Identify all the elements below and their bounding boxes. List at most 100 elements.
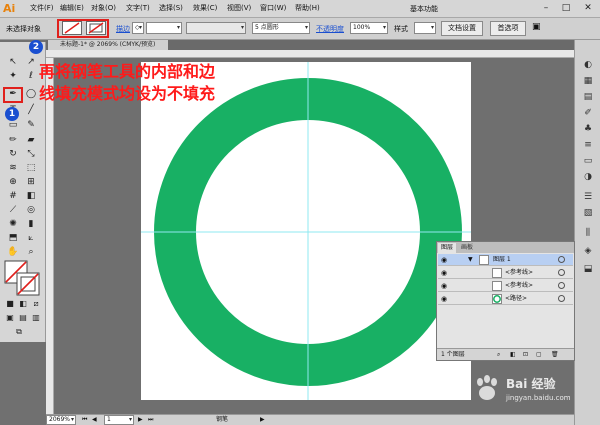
transparency-panel-icon[interactable]: ◑ [579,170,597,184]
gradient-panel-icon[interactable]: ▭ [579,154,597,168]
layer-name[interactable]: <参考线> [505,267,533,279]
free-transform-tool-icon[interactable]: ⬚ [24,162,38,175]
fill-stroke-widget[interactable] [4,260,42,298]
menu-view[interactable]: 视图(V) [227,4,251,13]
document-tab[interactable]: 未标题-1* @ 2069% (CMYK/预览) [48,40,168,50]
artboards-panel-icon[interactable]: ⬓ [579,262,597,276]
zoom-tool-icon[interactable]: ⌕ [24,246,38,259]
none-mode-icon[interactable]: ⧄ [29,297,43,310]
target-icon[interactable] [558,295,565,302]
zoom-field[interactable]: 2069% [46,415,76,425]
close-button[interactable]: ✕ [580,2,596,15]
opacity-field[interactable]: 100% [350,22,388,34]
new-layer-icon[interactable]: ▢ [536,349,542,361]
expand-arrow-icon[interactable]: ▼ [468,254,473,266]
color-mode-icon[interactable]: ■ [3,297,17,310]
menu-file[interactable]: 文件(F) [30,4,54,13]
brush-tool-icon[interactable]: ✎ [24,119,38,132]
opacity-label[interactable]: 不透明度 [316,24,344,34]
target-icon[interactable] [558,256,565,263]
line-tool-icon[interactable]: ╱ [24,104,38,117]
menu-effect[interactable]: 效果(C) [193,4,217,13]
symbol-sprayer-tool-icon[interactable]: ✺ [6,218,20,231]
selection-tool-icon[interactable]: ↖ [6,56,20,69]
lasso-tool-icon[interactable]: ℓ [24,70,38,83]
eye-icon[interactable]: ◉ [441,267,447,279]
horizontal-ruler[interactable] [46,50,586,58]
menu-window[interactable]: 窗口(W) [260,4,286,13]
artboard[interactable] [141,62,471,400]
rotate-tool-icon[interactable]: ↻ [6,148,20,161]
layer-row-guide-2[interactable]: ◉ <参考线> [438,280,573,292]
screen-mode-icon[interactable]: ⧉ [12,325,26,338]
prev-artboard-icon[interactable]: ◀ [92,415,97,425]
menu-select[interactable]: 选择(S) [159,4,183,13]
slice-tool-icon[interactable]: ⟀ [24,232,38,245]
brushes-panel-icon[interactable]: ✐ [579,106,597,120]
hand-tool-icon[interactable]: ✋ [6,246,20,259]
maximize-button[interactable]: □ [558,2,574,15]
eye-icon[interactable]: ◉ [441,293,447,305]
layer-name[interactable]: <路径> [505,293,527,305]
stroke-weight-field[interactable] [146,22,182,34]
graphic-style-dropdown[interactable] [414,22,436,34]
blend-tool-icon[interactable]: ◎ [24,204,38,217]
column-graph-tool-icon[interactable]: ▮ [24,218,38,231]
workspace-switcher[interactable]: 基本功能 [410,4,438,14]
artwork-canvas[interactable] [141,62,471,400]
stroke-label[interactable]: 描边 [116,24,130,34]
make-clip-mask-icon[interactable]: ◧ [510,349,516,361]
draw-normal-icon[interactable]: ▣ [3,311,17,324]
magic-wand-tool-icon[interactable]: ✦ [6,70,20,83]
next-artboard-icon[interactable]: ▶ [138,415,143,425]
stroke-weight-spinner[interactable]: ◇ [132,22,144,34]
vertical-ruler[interactable] [46,58,54,414]
ellipse-tool-icon[interactable]: ◯ [24,88,38,101]
draw-behind-icon[interactable]: ▤ [16,311,30,324]
status-menu-arrow-icon[interactable]: ▶ [260,415,265,425]
first-artboard-icon[interactable]: ⏮ [82,415,87,425]
draw-inside-icon[interactable]: ▥ [29,311,43,324]
artboard-tool-icon[interactable]: ⬒ [6,232,20,245]
menu-edit[interactable]: 编辑(E) [60,4,84,13]
eye-icon[interactable]: ◉ [441,254,447,266]
align-panel-icon[interactable]: ⫼ [579,226,597,240]
new-sublayer-icon[interactable]: ⊡ [523,349,528,361]
stroke-panel-icon[interactable]: ≡ [579,138,597,152]
color-guide-icon[interactable]: ▦ [579,74,597,88]
brush-definition[interactable]: 5 点圆形 [252,22,310,34]
tab-artboards[interactable]: 画板 [458,243,476,253]
direct-selection-tool-icon[interactable]: ↗ [24,56,38,69]
appearance-panel-icon[interactable]: ☰ [579,190,597,204]
layer-name[interactable]: <参考线> [505,280,533,292]
symbols-panel-icon[interactable]: ♣ [579,122,597,136]
variable-width-profile[interactable] [186,22,246,34]
gradient-mode-icon[interactable]: ◧ [16,297,30,310]
eraser-tool-icon[interactable]: ▰ [24,134,38,147]
minimize-button[interactable]: – [538,2,554,15]
document-setup-button[interactable]: 文档设置 [441,21,483,36]
pencil-tool-icon[interactable]: ✏ [6,134,20,147]
arrange-icon[interactable]: ▣ [532,22,541,32]
menu-type[interactable]: 文字(T) [126,4,150,13]
tab-layers[interactable]: 图层 [438,243,457,253]
graphic-styles-panel-icon[interactable]: ▧ [579,206,597,220]
perspective-grid-tool-icon[interactable]: ⊞ [24,176,38,189]
scale-tool-icon[interactable]: ⤡ [24,148,38,161]
mesh-tool-icon[interactable]: # [6,190,20,203]
target-icon[interactable] [558,282,565,289]
warp-tool-icon[interactable]: ≋ [6,162,20,175]
target-icon[interactable] [558,269,565,276]
layer-row-guide-1[interactable]: ◉ <参考线> [438,267,573,279]
layer-name[interactable]: 图层 1 [493,254,511,266]
delete-layer-icon[interactable]: 🗑 [551,349,559,361]
layers-panel-icon[interactable]: ◈ [579,244,597,258]
eyedropper-tool-icon[interactable]: ⟋ [6,204,20,217]
rectangle-tool-icon[interactable]: ▭ [6,119,20,132]
layer-row-path[interactable]: ◉ <路径> [438,293,573,305]
menu-help[interactable]: 帮助(H) [295,4,320,13]
swatches-panel-icon[interactable]: ▤ [579,90,597,104]
artboard-number-field[interactable]: 1 [104,415,134,425]
color-panel-icon[interactable]: ◐ [579,58,597,72]
preferences-button[interactable]: 首选项 [490,21,526,36]
